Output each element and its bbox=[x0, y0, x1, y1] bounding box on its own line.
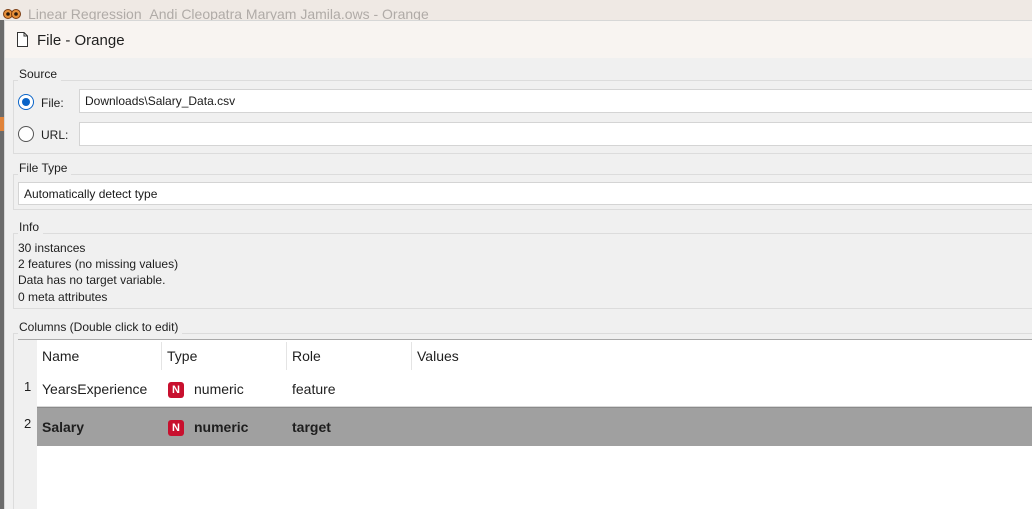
document-icon bbox=[17, 32, 28, 47]
info-target: Data has no target variable. bbox=[18, 273, 166, 287]
row-number: 1 bbox=[24, 379, 32, 394]
cell-type[interactable]: numeric bbox=[194, 419, 248, 435]
info-meta: 0 meta attributes bbox=[18, 290, 108, 304]
info-group bbox=[13, 233, 1032, 309]
column-header-name[interactable]: Name bbox=[42, 348, 79, 364]
dialog-titlebar[interactable]: File - Orange bbox=[5, 21, 1032, 58]
url-radio-label[interactable]: URL: bbox=[41, 128, 68, 142]
row-number: 2 bbox=[24, 416, 32, 431]
file-radio-label[interactable]: File: bbox=[41, 96, 64, 110]
url-input[interactable] bbox=[79, 122, 1032, 146]
column-header-type[interactable]: Type bbox=[167, 348, 197, 364]
header-divider bbox=[411, 342, 412, 370]
column-header-values[interactable]: Values bbox=[417, 348, 459, 364]
numeric-type-icon: N bbox=[168, 382, 184, 398]
info-group-label: Info bbox=[18, 220, 44, 234]
columns-group-label: Columns (Double click to edit) bbox=[18, 320, 183, 334]
numeric-type-icon: N bbox=[168, 420, 184, 436]
cell-role[interactable]: target bbox=[292, 419, 331, 435]
info-features: 2 features (no missing values) bbox=[18, 257, 179, 271]
header-divider bbox=[161, 342, 162, 370]
file-radio[interactable] bbox=[18, 94, 34, 110]
cell-name[interactable]: YearsExperience bbox=[42, 381, 147, 397]
file-type-value: Automatically detect type bbox=[24, 187, 158, 201]
window-title: File - Orange bbox=[37, 32, 125, 49]
cell-role[interactable]: feature bbox=[292, 381, 336, 397]
info-instances: 30 instances bbox=[18, 241, 86, 255]
source-group-label: Source bbox=[18, 67, 62, 81]
url-radio[interactable] bbox=[18, 126, 34, 142]
file-type-group-label: File Type bbox=[18, 161, 72, 175]
table-row-selected[interactable] bbox=[37, 407, 1032, 446]
file-path-value: Downloads\Salary_Data.csv bbox=[85, 94, 236, 108]
columns-table[interactable]: Name Type Role Values 1 YearsExperience … bbox=[18, 339, 1032, 509]
column-header-role[interactable]: Role bbox=[292, 348, 321, 364]
file-dialog: File - Orange Source File: Downloads\Sal… bbox=[4, 20, 1032, 509]
file-type-select[interactable]: Automatically detect type bbox=[18, 182, 1032, 205]
header-divider bbox=[286, 342, 287, 370]
cell-name[interactable]: Salary bbox=[42, 419, 84, 435]
cell-type[interactable]: numeric bbox=[194, 381, 244, 397]
file-path-field[interactable]: Downloads\Salary_Data.csv bbox=[79, 89, 1032, 113]
